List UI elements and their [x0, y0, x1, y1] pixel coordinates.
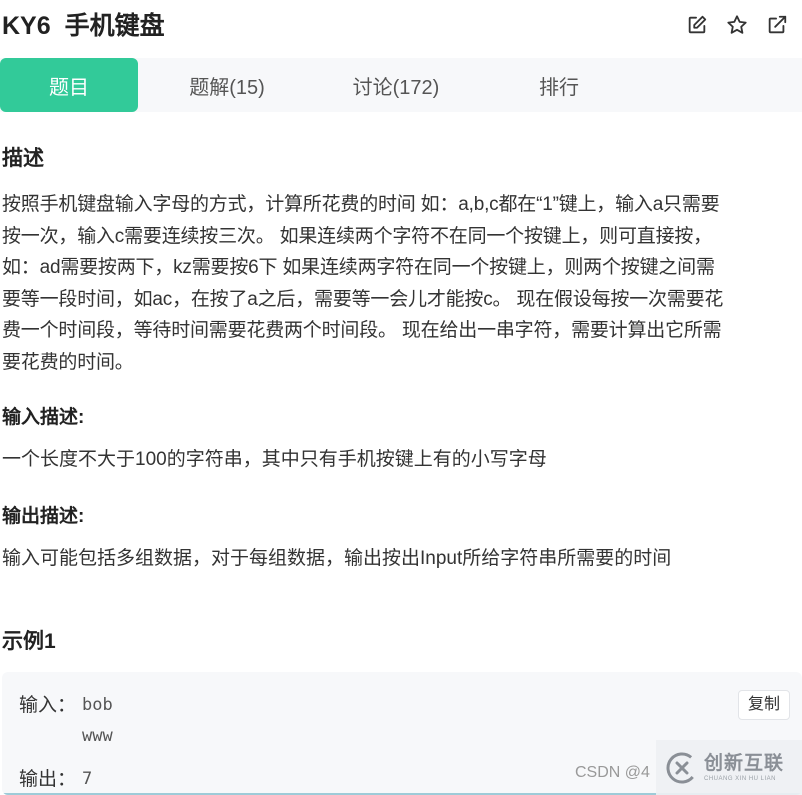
output-desc-text: 输入可能包括多组数据，对于每组数据，输出按出Input所给字符串所需要的时间 — [2, 548, 672, 569]
page-title: KY6 手机键盘 — [2, 8, 165, 44]
edit-icon[interactable] — [686, 14, 708, 36]
logo-text: 创新互联 CHUANG XIN HU LIAN — [704, 754, 784, 782]
tab-discussion[interactable]: 讨论(172) — [316, 58, 476, 112]
description-title: 描述 — [2, 147, 44, 170]
logo-sub-text: CHUANG XIN HU LIAN — [704, 775, 777, 782]
example-input-line: www — [82, 726, 113, 746]
example-input-line: bob — [82, 695, 113, 715]
description-line: 按照手机键盘输入字母的方式，计算所花费的时间 如：a,b,c都在“1”键上，输入… — [2, 194, 720, 215]
logo-mark-icon — [666, 752, 698, 783]
logo-main-text: 创新互联 — [704, 752, 785, 774]
description-line: 按一次，输入c需要连续按三次。 如果连续两个字符不在同一个按键上，则可直接按， — [2, 225, 712, 247]
share-icon[interactable] — [766, 14, 788, 36]
description-line: 要等一段时间，如ac，在按了a之后，需要等一会儿才能按c。 现在假设每按一次需要… — [2, 288, 724, 310]
description-line: 费一个时间段，等待时间需要花费两个时间段。 现在给出一串字符，需要计算出它所需 — [2, 320, 722, 341]
example-input-label: 输入： — [19, 695, 77, 716]
input-desc-text: 一个长度不大于100的字符串，其中只有手机按键上有的小写字母 — [2, 449, 547, 470]
problem-title: 手机键盘 — [64, 12, 165, 40]
description-line: 如：ad需要按两下，kz需要按6下 如果连续两字符在同一个按键上，则两个按键之间… — [2, 257, 715, 278]
brand-logo: 创新互联 CHUANG XIN HU LIAN — [656, 740, 802, 795]
header-actions — [686, 14, 788, 36]
copy-button[interactable]: 复制 — [737, 690, 790, 720]
star-icon[interactable] — [726, 14, 748, 36]
tab-problem[interactable]: 题目 — [0, 58, 138, 112]
header: KY6 手机键盘 — [0, 0, 802, 56]
description-body: 按照手机键盘输入字母的方式，计算所花费的时间 如：a,b,c都在“1”键上，输入… — [2, 189, 802, 378]
tab-ranking[interactable]: 排行 — [490, 58, 628, 112]
problem-page: KY6 手机键盘 题目 题解(15) 讨论(172) 排行 描述 按照手机键盘输… — [0, 0, 802, 795]
input-desc-title: 输入描述: — [2, 407, 85, 428]
description-line: 要花费的时间。 — [2, 351, 134, 373]
example-output-value: 7 — [82, 769, 93, 789]
tab-bar: 题目 题解(15) 讨论(172) 排行 — [0, 58, 802, 112]
example-title: 示例1 — [2, 630, 56, 653]
output-desc-title: 输出描述: — [2, 506, 85, 527]
csdn-watermark: CSDN @4 — [575, 764, 650, 781]
problem-code: KY6 — [2, 12, 51, 40]
example-output-label: 输出： — [19, 769, 77, 790]
tab-solutions[interactable]: 题解(15) — [152, 58, 302, 112]
